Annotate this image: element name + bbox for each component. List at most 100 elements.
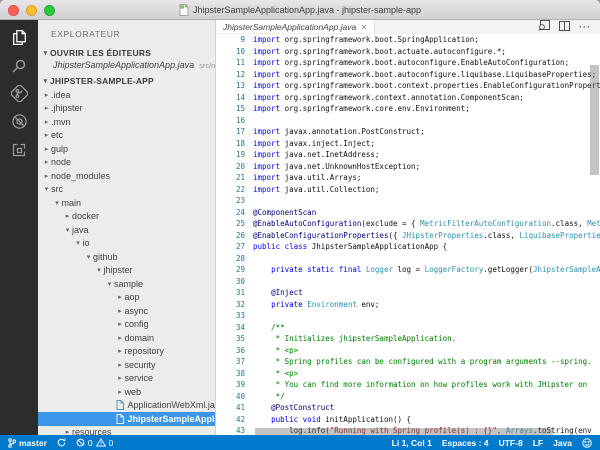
minimize-button[interactable] [26,5,37,16]
indentation-indicator[interactable]: Espaces : 4 [442,438,489,448]
code-line[interactable]: 11import org.springframework.boot.autoco… [216,57,600,69]
more-actions-icon[interactable]: ··· [579,25,591,29]
code-line[interactable]: 29 private static final Logger log = Log… [216,264,600,276]
line-number: 34 [216,322,253,334]
feedback-smiley-icon[interactable] [582,438,592,448]
tree-item-label: etc [51,130,63,140]
tree-folder-config[interactable]: ▸config [38,318,215,332]
git-branch-indicator[interactable]: master [8,438,47,448]
code-line[interactable]: 27public class JhipsterSampleApplication… [216,241,600,253]
code-line[interactable]: 18import javax.inject.Inject; [216,138,600,150]
tree-folder-repository[interactable]: ▸repository [38,345,215,359]
source-control-icon[interactable] [7,83,31,104]
explorer-icon[interactable] [7,27,31,48]
code-line[interactable]: 22import java.util.Collection; [216,184,600,196]
code-line[interactable]: 16 [216,115,600,127]
close-button[interactable] [8,5,19,16]
code-line[interactable]: 13import org.springframework.boot.contex… [216,80,600,92]
code-line[interactable]: 15import org.springframework.core.env.En… [216,103,600,115]
tree-folder-github[interactable]: ▾github [38,250,215,264]
activity-bar [0,20,38,435]
close-icon[interactable]: × [361,23,366,31]
code-line[interactable]: 30 [216,276,600,288]
code-line[interactable]: 14import org.springframework.context.ann… [216,92,600,104]
code-line[interactable]: 17import javax.annotation.PostConstruct; [216,126,600,138]
code-line[interactable]: 34 /** [216,322,600,334]
tree-folder--idea[interactable]: ▸.idea [38,88,215,102]
horizontal-scrollbar[interactable] [255,428,553,435]
language-indicator[interactable]: Java [553,438,572,448]
code-line[interactable]: 21import java.util.Arrays; [216,172,600,184]
tree-folder-security[interactable]: ▸security [38,358,215,372]
tree-folder-gulp[interactable]: ▸gulp [38,142,215,156]
tree-folder-node[interactable]: ▸node [38,156,215,170]
code-line[interactable]: 40 */ [216,391,600,403]
code-line[interactable]: 36 * <p> [216,345,600,357]
search-icon[interactable] [7,55,31,76]
code-line[interactable]: 42 public void initApplication() { [216,414,600,426]
code-line[interactable]: 12import org.springframework.boot.autoco… [216,69,600,81]
encoding-indicator[interactable]: UTF-8 [499,438,523,448]
tree-folder-async[interactable]: ▸async [38,304,215,318]
split-editor-icon[interactable] [559,18,570,36]
zoom-button[interactable] [44,5,55,16]
tree-folder-service[interactable]: ▸service [38,372,215,386]
code-line[interactable]: 10import org.springframework.boot.actuat… [216,46,600,58]
code-line[interactable]: 26@EnableConfigurationProperties({ JHips… [216,230,600,242]
code-line[interactable]: 24@ComponentScan [216,207,600,219]
tab-jhipster-sample-application-app[interactable]: JhipsterSampleApplicationApp.java × [216,20,375,33]
code-line[interactable]: 9import org.springframework.boot.SpringA… [216,34,600,46]
tree-folder-resources[interactable]: ▸resources [38,426,215,436]
code-line[interactable]: 32 private Environment env; [216,299,600,311]
code-line[interactable]: 33 [216,310,600,322]
tree-folder-domain[interactable]: ▸domain [38,331,215,345]
chevron-down-icon: ▾ [95,266,104,274]
line-number: 42 [216,414,253,426]
tree-folder--mvn[interactable]: ▸.mvn [38,115,215,129]
tree-folder-etc[interactable]: ▸etc [38,129,215,143]
tree-file-applicationwebxml-java[interactable]: ApplicationWebXml.java [38,399,215,413]
tree-folder-web[interactable]: ▸web [38,385,215,399]
code-line[interactable]: 37 * Spring profiles can be configured w… [216,356,600,368]
tree-folder-aop[interactable]: ▸aop [38,291,215,305]
open-preview-icon[interactable] [538,18,550,36]
tree-file-jhipstersampleapplicationapp-java[interactable]: JhipsterSampleApplicationApp.java [38,412,215,426]
code-line[interactable]: 20import java.net.UnknownHostException; [216,161,600,173]
code-line[interactable]: 39 * You can find more information on ho… [216,379,600,391]
code-line[interactable]: 28 [216,253,600,265]
tree-folder-io[interactable]: ▾io [38,237,215,251]
sync-button[interactable] [57,438,66,447]
tree-folder-java[interactable]: ▾java [38,223,215,237]
tree-folder-sample[interactable]: ▾sample [38,277,215,291]
code-line[interactable]: 38 * <p> [216,368,600,380]
debug-icon[interactable] [7,111,31,132]
tree-folder-main[interactable]: ▾main [38,196,215,210]
tree-folder-docker[interactable]: ▸docker [38,210,215,224]
cursor-position[interactable]: Li 1, Col 1 [392,438,432,448]
open-editor-item[interactable]: JhipsterSampleApplicationApp.java src/m.… [38,60,215,74]
line-number: 26 [216,230,253,242]
tree-folder-src[interactable]: ▾src [38,183,215,197]
code-line[interactable]: 41 @PostConstruct [216,402,600,414]
tree-folder-jhipster[interactable]: ▾jhipster [38,264,215,278]
extensions-icon[interactable] [7,139,31,160]
eol-indicator[interactable]: LF [533,438,543,448]
tree-folder--jhipster[interactable]: ▸.jhipster [38,102,215,116]
open-editors-header[interactable]: ▾ OUVRIR LES ÉDITEURS [38,46,215,60]
code-line[interactable]: 35 * Initializes jhipsterSampleApplicati… [216,333,600,345]
line-number: 36 [216,345,253,357]
tree-folder-node-modules[interactable]: ▸node_modules [38,169,215,183]
java-file-icon [116,400,125,410]
chevron-down-icon: ▾ [41,77,50,85]
code-line[interactable]: 23 [216,195,600,207]
code-line[interactable]: 19import java.net.InetAddress; [216,149,600,161]
code-line[interactable]: 25@EnableAutoConfiguration(exclude = { M… [216,218,600,230]
tree-item-label: async [125,306,149,316]
code-area[interactable]: 9import org.springframework.boot.SpringA… [216,34,600,435]
tree-item-label: docker [72,211,99,221]
code-line[interactable]: 31 @Inject [216,287,600,299]
problems-indicator[interactable]: 0 0 [76,438,113,448]
chevron-down-icon: ▾ [74,239,83,247]
vertical-scrollbar[interactable] [590,65,599,175]
folder-section-header[interactable]: ▾ JHIPSTER-SAMPLE-APP [38,74,215,88]
